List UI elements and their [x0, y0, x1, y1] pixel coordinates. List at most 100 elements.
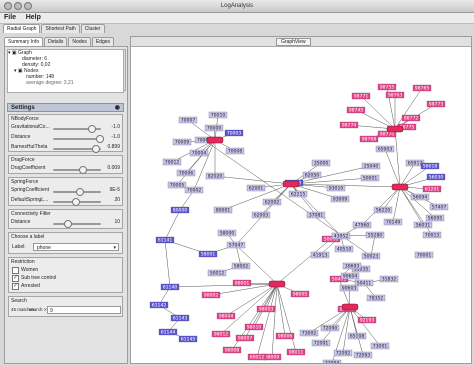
graph-node[interactable]: 65108	[347, 332, 367, 340]
tab-cluster[interactable]: Cluster	[80, 24, 105, 33]
graph-node[interactable]: 98007	[235, 334, 255, 342]
close-window-button[interactable]	[4, 2, 12, 10]
graph-node[interactable]: 98773	[426, 100, 446, 108]
graph-node[interactable]: 41913	[310, 251, 330, 259]
graph-node[interactable]: 70149	[383, 218, 403, 226]
graph-hub-node[interactable]	[206, 136, 224, 144]
graph-node[interactable]: 98003	[256, 305, 276, 313]
slider-track[interactable]	[53, 223, 101, 225]
graph-node[interactable]: 98012	[211, 330, 231, 338]
graph-node[interactable]: 70003	[224, 129, 244, 137]
checkbox-box[interactable]	[12, 267, 19, 274]
graph-node[interactable]: 98771	[351, 92, 371, 100]
graph-node[interactable]: 80001	[213, 206, 233, 214]
graph-node[interactable]: 70010	[208, 111, 228, 119]
summary-tree[interactable]: ▾ ▣ Graph diameter: 6 density: 0,02 ▾ ▣ …	[7, 49, 124, 93]
graph-node[interactable]: 70004	[189, 149, 209, 157]
tab-shortest-path[interactable]: Shortest Path	[41, 24, 80, 33]
checkbox-sub-tree-control[interactable]: ✓ Sub tree control	[9, 274, 122, 282]
graph-node[interactable]: 50023	[361, 252, 381, 260]
graph-node[interactable]: 58000	[217, 229, 237, 237]
graph-node[interactable]: 70008	[225, 147, 245, 155]
summary-scrollbar[interactable]	[123, 49, 126, 91]
graph-node[interactable]: 98011	[286, 348, 306, 356]
graph-node[interactable]: 62001	[246, 184, 266, 192]
graph-node[interactable]: 98006	[275, 332, 295, 340]
graph-node[interactable]: 60012	[247, 353, 267, 361]
graph-node[interactable]: 61140	[160, 283, 180, 291]
graph-node[interactable]: 98768	[359, 135, 379, 143]
graph-node[interactable]: 98008	[222, 346, 242, 354]
collapse-icon[interactable]: ◉	[115, 104, 120, 113]
graph-node[interactable]: 73002	[299, 329, 319, 337]
graph-node[interactable]: 57047	[226, 241, 246, 249]
graph-node[interactable]: 56030	[426, 173, 446, 181]
zoom-window-button[interactable]	[24, 2, 32, 10]
slider-thumb[interactable]	[88, 125, 97, 133]
checkbox-box[interactable]: ✓	[12, 275, 19, 282]
graph-node[interactable]: 58001	[198, 250, 218, 258]
graph-node[interactable]: 93009	[330, 195, 350, 203]
graph-node[interactable]: 56018	[420, 162, 440, 170]
tab-nodes[interactable]: Nodes	[68, 37, 91, 46]
slider-thumb[interactable]	[76, 188, 85, 196]
graph-node[interactable]: 58002	[231, 262, 251, 270]
graph-node[interactable]: 92193	[357, 316, 377, 324]
graph-node[interactable]: 62050	[302, 171, 322, 179]
graph-node[interactable]: 70007	[178, 116, 198, 124]
graph-node[interactable]: 50001	[360, 174, 380, 182]
checkbox-women[interactable]: Women	[9, 266, 122, 274]
graph-node[interactable]: 98772	[401, 114, 421, 122]
graph-node[interactable]: 70005	[167, 181, 187, 189]
slider-thumb[interactable]	[92, 145, 101, 153]
graph-node[interactable]: 25040	[361, 162, 381, 170]
graph-node[interactable]: 62002	[262, 198, 282, 206]
graph-node[interactable]: 90604	[340, 272, 360, 280]
graph-node[interactable]: 72092	[333, 349, 353, 357]
graph-node[interactable]: 98765	[412, 84, 432, 92]
search-input[interactable]: 9	[47, 306, 121, 314]
graph-node[interactable]: 61143	[170, 314, 190, 322]
graph-node[interactable]: 98001	[232, 279, 252, 287]
graph-node[interactable]: 82020	[205, 172, 225, 180]
graph-node[interactable]: 73001	[370, 342, 390, 350]
tab-radial-graph[interactable]: Radial Graph	[3, 24, 41, 33]
graph-node[interactable]: 98755	[377, 83, 397, 91]
graph-node[interactable]: 70009	[172, 138, 192, 146]
graph-hub-node[interactable]	[391, 183, 409, 191]
graph-node[interactable]: 72093	[353, 351, 373, 359]
graph-node[interactable]: 61201	[422, 185, 442, 193]
slider-track[interactable]	[53, 169, 101, 171]
graph-node[interactable]: 47960	[352, 221, 372, 229]
graph-node[interactable]: 65903	[375, 145, 395, 153]
menu-file[interactable]: File	[0, 13, 20, 22]
graph-node[interactable]: 72090	[320, 324, 340, 332]
graph-hub-node[interactable]	[341, 303, 359, 311]
graph-node[interactable]: 72094	[322, 359, 342, 363]
slider-thumb[interactable]	[64, 220, 73, 228]
graph-node[interactable]: 80000	[170, 206, 190, 214]
checkbox-arrested[interactable]: ✓ Arrested	[9, 282, 122, 290]
graph-hub-node[interactable]	[386, 125, 404, 133]
graph-hub-node[interactable]	[268, 280, 286, 288]
graph-node[interactable]: 61142	[149, 301, 169, 309]
graph-node[interactable]: 70001	[414, 251, 434, 259]
graph-node[interactable]: 55280	[365, 231, 385, 239]
graph-node[interactable]: 56094	[410, 193, 430, 201]
graph-node[interactable]: 43952	[331, 232, 351, 240]
graph-node[interactable]: 37081	[306, 211, 326, 219]
tree-average-degree[interactable]: average degree: 3,21	[8, 80, 123, 86]
graph-node[interactable]: 61141	[155, 236, 175, 244]
slider-thumb[interactable]	[78, 166, 87, 174]
graph-node[interactable]: 70002	[184, 186, 204, 194]
graph-node[interactable]: 98010	[244, 323, 264, 331]
graph-node[interactable]: 50012	[207, 269, 227, 277]
graph-node[interactable]: 98005	[290, 290, 310, 298]
graph-node[interactable]: 78352	[366, 294, 386, 302]
graph-node[interactable]: 98002	[201, 291, 221, 299]
graph-node[interactable]: 70013	[422, 231, 442, 239]
slider-thumb[interactable]	[95, 135, 104, 143]
minimize-window-button[interactable]	[14, 2, 22, 10]
tab-edges[interactable]: Edges	[91, 37, 115, 46]
graph-node[interactable]: 70006	[176, 169, 196, 177]
